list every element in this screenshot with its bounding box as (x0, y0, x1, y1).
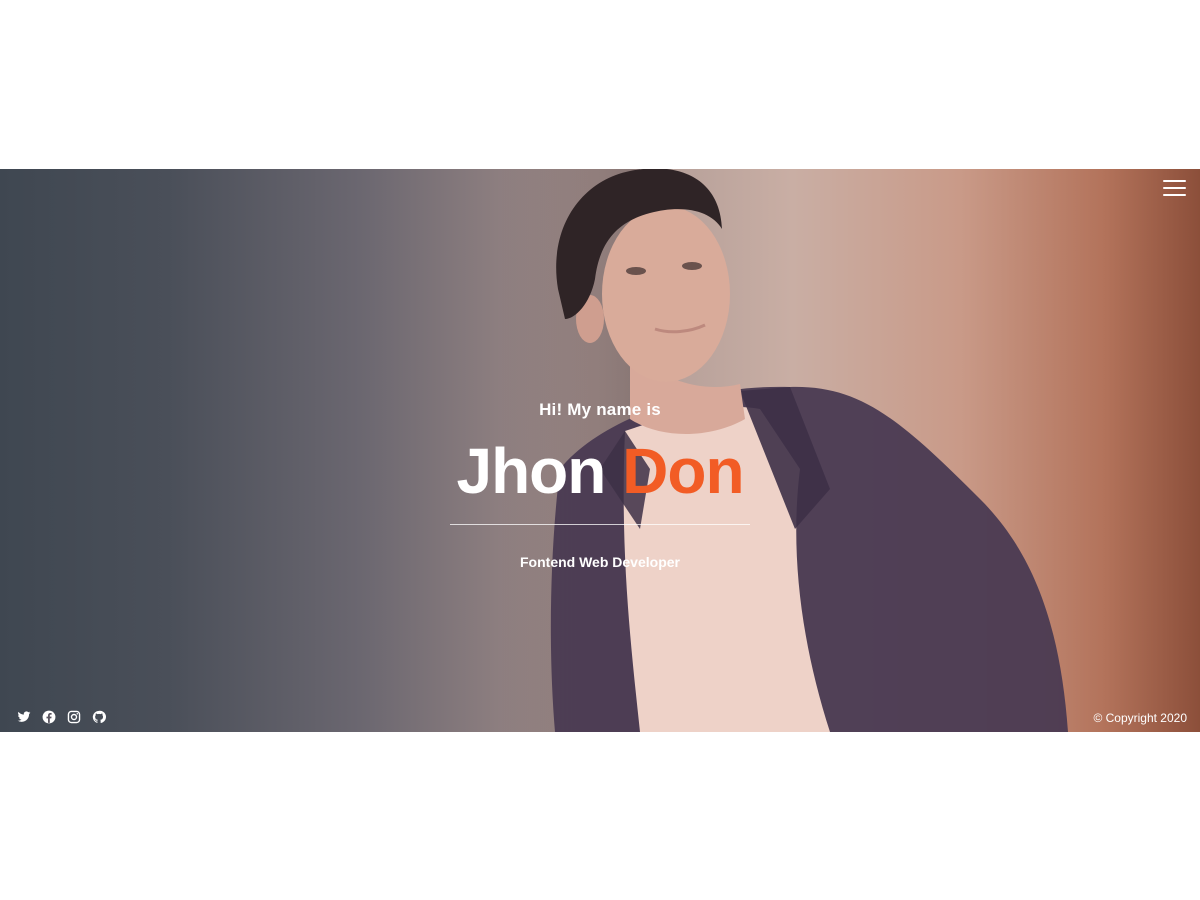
first-name: Jhon (456, 435, 606, 507)
facebook-icon[interactable] (42, 710, 56, 724)
page: Hi! My name is Jhon Don Fontend Web Deve… (0, 0, 1200, 900)
last-name: Don (622, 435, 744, 507)
greeting-text: Hi! My name is (539, 400, 661, 419)
name-heading: Jhon Don (0, 439, 1200, 504)
hamburger-menu-icon (1163, 180, 1186, 182)
instagram-icon[interactable] (67, 710, 81, 724)
copyright-text: © Copyright 2020 (1093, 711, 1187, 725)
social-links (17, 710, 106, 724)
hamburger-menu-icon-bar (1163, 194, 1186, 196)
hero-section: Hi! My name is Jhon Don Fontend Web Deve… (0, 169, 1200, 732)
twitter-icon[interactable] (17, 710, 31, 724)
hamburger-menu-icon-bar (1163, 187, 1186, 189)
github-icon[interactable] (92, 710, 106, 724)
name-divider (450, 524, 750, 525)
menu-button[interactable] (1163, 180, 1187, 198)
role-text: Fontend Web Developer (520, 554, 680, 570)
intro-block: Hi! My name is Jhon Don Fontend Web Deve… (0, 398, 1200, 572)
